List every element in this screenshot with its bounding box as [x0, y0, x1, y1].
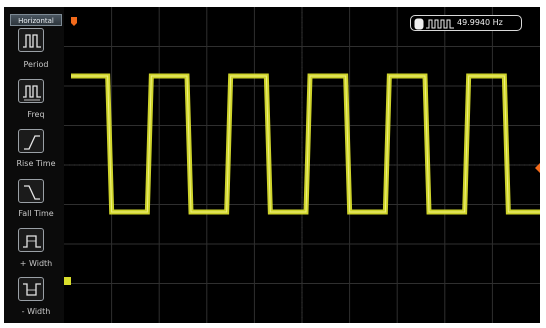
fall-time-button[interactable] [18, 179, 44, 203]
fall-time-icon [24, 185, 40, 200]
channel-1-square-wave [71, 73, 540, 215]
oscilloscope-display: Horizontal Period Freq Rise Time Fall Ti… [0, 0, 546, 328]
frequency-value: 49.9940 Hz [457, 18, 503, 27]
negative-width-icon [23, 283, 41, 296]
menu-header-horizontal[interactable]: Horizontal [10, 14, 62, 26]
positive-width-icon [23, 235, 41, 248]
frequency-icon [23, 85, 41, 101]
frequency-readout[interactable]: 49.9940 Hz [410, 15, 522, 31]
waveform-display[interactable]: 49.9940 Hz [64, 7, 540, 323]
graticule [64, 7, 540, 323]
period-label: Period [23, 60, 49, 69]
positive-width-button[interactable] [18, 228, 44, 252]
negative-width-button[interactable] [18, 277, 44, 301]
channel-1-ground-marker [64, 277, 71, 285]
frequency-button[interactable] [18, 79, 44, 103]
period-button[interactable] [18, 28, 44, 52]
trigger-position-marker [71, 17, 77, 26]
rise-time-button[interactable] [18, 129, 44, 153]
fall-time-label: Fall Time [18, 209, 54, 218]
rise-time-icon [24, 135, 40, 150]
period-icon [23, 34, 41, 48]
measurement-menu: Horizontal Period Freq Rise Time Fall Ti… [4, 7, 64, 323]
frequency-label: Freq [27, 110, 45, 119]
square-wave-icon [414, 18, 454, 30]
rise-time-label: Rise Time [16, 159, 56, 168]
positive-width-label: + Width [19, 259, 53, 268]
negative-width-label: - Width [21, 307, 51, 316]
